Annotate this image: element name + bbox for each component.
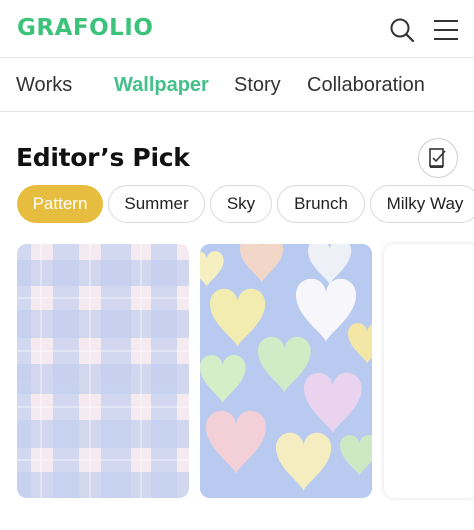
edit-note-icon — [429, 148, 446, 168]
chip-brunch[interactable]: Brunch — [277, 185, 365, 223]
chip-pattern[interactable]: Pattern — [17, 185, 103, 223]
tab-collaboration[interactable]: Collaboration — [307, 74, 425, 97]
tab-works[interactable]: Works — [16, 74, 72, 97]
chip-summer[interactable]: Summer — [108, 185, 205, 223]
menu-icon[interactable] — [433, 17, 459, 43]
next-wallpaper-card[interactable] — [384, 244, 474, 498]
chip-sky[interactable]: Sky — [210, 185, 272, 223]
category-tabs: Works Wallpaper Story Collaboration — [0, 59, 474, 112]
chip-milky-way[interactable]: Milky Way — [370, 185, 474, 223]
tab-wallpaper[interactable]: Wallpaper — [114, 74, 209, 97]
app-header: GRAFOLIO — [0, 0, 474, 58]
edit-button[interactable] — [418, 138, 458, 178]
grafolio-logo[interactable]: GRAFOLIO — [17, 15, 153, 41]
search-icon[interactable] — [389, 17, 415, 43]
plaid-pattern-wallpaper[interactable] — [17, 244, 189, 498]
tab-story[interactable]: Story — [234, 74, 281, 97]
section-title: Editor’s Pick — [16, 143, 190, 172]
pastel-hearts-wallpaper[interactable] — [200, 244, 372, 498]
